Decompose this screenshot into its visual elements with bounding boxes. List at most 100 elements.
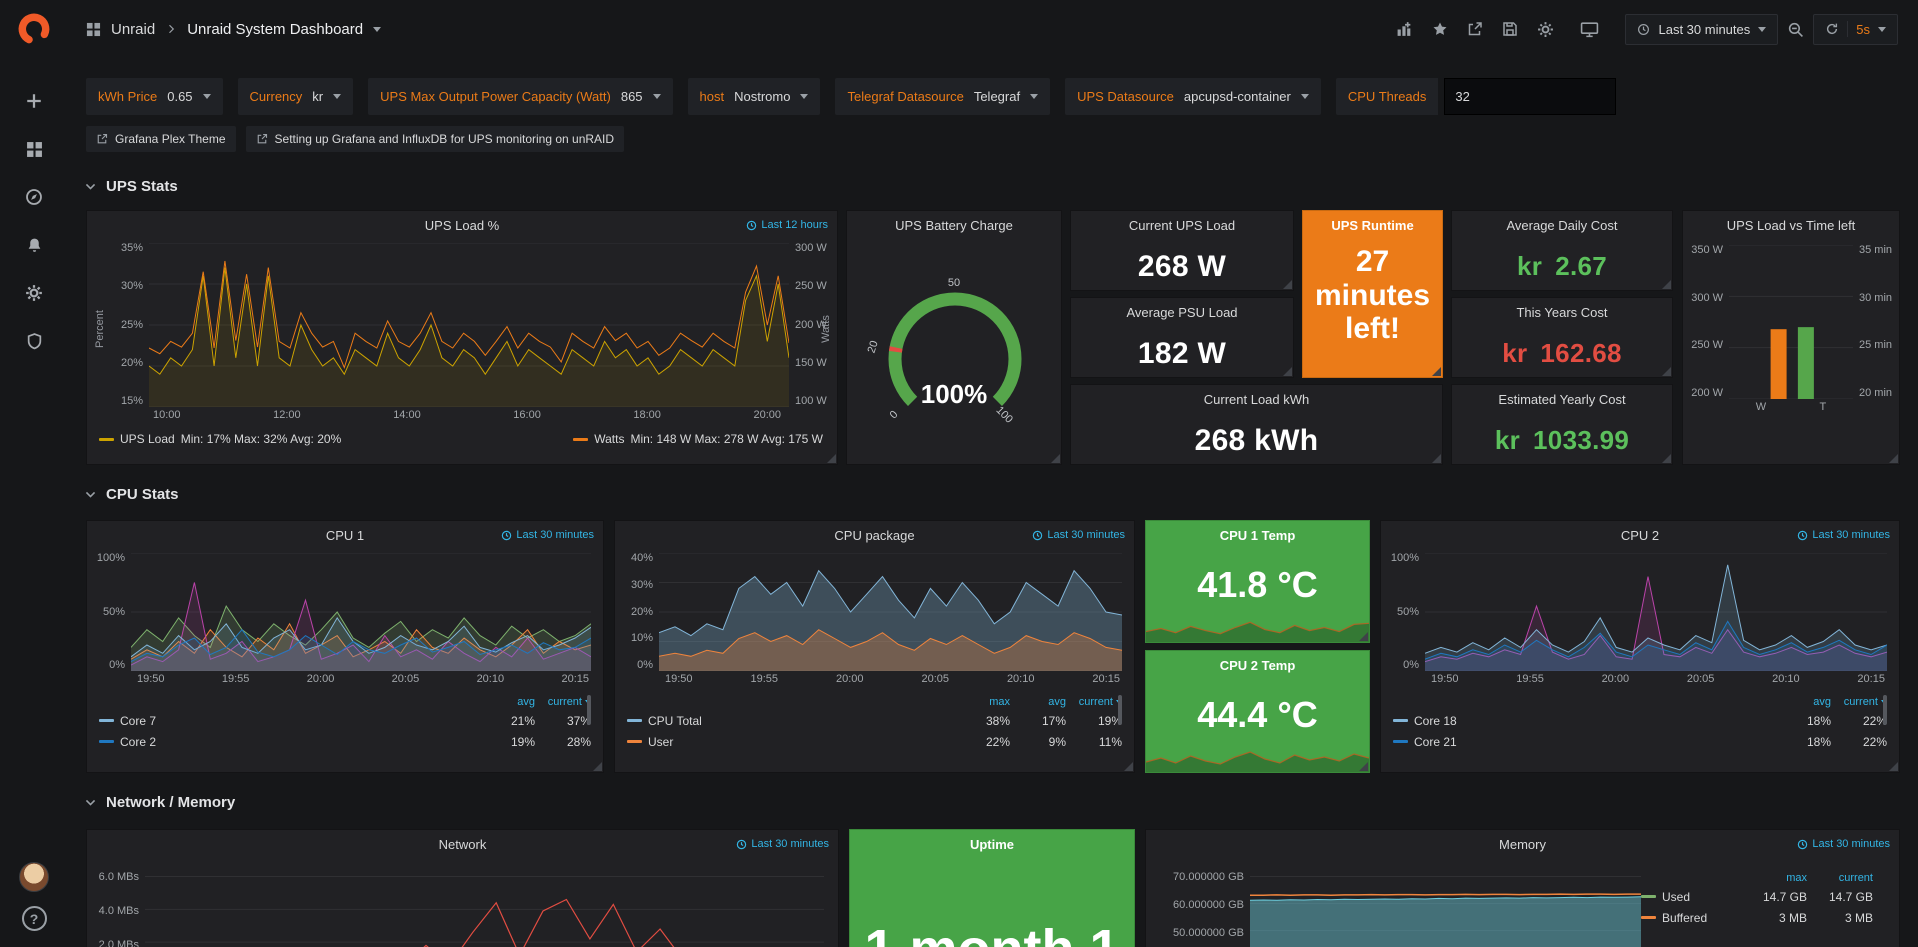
legend-col-max[interactable]: max	[954, 696, 1010, 708]
panel-title[interactable]: Estimated Yearly Cost	[1452, 385, 1672, 415]
legend-col-max[interactable]: max	[1741, 872, 1807, 884]
legend-col-avg[interactable]: avg	[479, 696, 535, 708]
zoom-out-button[interactable]	[1787, 21, 1804, 38]
panel-title[interactable]: CPU 2 Temp	[1146, 651, 1369, 681]
panel-resize-handle[interactable]	[1283, 280, 1292, 289]
legend-row[interactable]: Core 18 18% 22%	[1381, 710, 1887, 731]
sidebar-item-server-admin[interactable]	[12, 317, 56, 365]
panel-resize-handle[interactable]	[1889, 454, 1898, 463]
variable-ups-max-power[interactable]: UPS Max Output Power Capacity (Watt)865	[368, 78, 672, 115]
load-vs-time-chart[interactable]	[1729, 245, 1853, 399]
help-icon[interactable]	[22, 906, 47, 931]
cpu1-chart[interactable]	[131, 553, 591, 671]
panel-resize-handle[interactable]	[1283, 367, 1292, 376]
panel-resize-handle[interactable]	[593, 762, 602, 771]
time-range-picker[interactable]: Last 30 minutes	[1625, 14, 1778, 45]
series-name[interactable]: User	[648, 735, 673, 749]
series-name[interactable]: Buffered	[1662, 911, 1707, 925]
panel-resize-handle[interactable]	[1359, 632, 1368, 641]
variable-value[interactable]: apcupsd-container	[1184, 89, 1291, 104]
row-header-network-memory[interactable]: Network / Memory	[84, 790, 235, 814]
cpu-package-chart[interactable]	[659, 553, 1122, 671]
panel-resize-handle[interactable]	[1051, 454, 1060, 463]
row-header-cpu-stats[interactable]: CPU Stats	[84, 482, 179, 506]
ups-load-chart[interactable]	[149, 243, 789, 407]
row-title[interactable]: Network / Memory	[106, 794, 235, 811]
refresh-picker[interactable]: 5s	[1813, 14, 1898, 45]
create-button[interactable]	[12, 77, 56, 125]
legend-row[interactable]: User 22% 9% 11%	[615, 731, 1122, 752]
panel-title[interactable]: UPS Load vs Time left	[1683, 211, 1899, 241]
link-label[interactable]: Setting up Grafana and InfluxDB for UPS …	[275, 132, 615, 146]
panel-title[interactable]: Average PSU Load	[1071, 298, 1293, 328]
panel-title[interactable]: Current UPS Load	[1071, 211, 1293, 241]
variable-ups-datasource[interactable]: UPS Datasourceapcupsd-container	[1065, 78, 1321, 115]
series-name[interactable]: CPU Total	[648, 714, 702, 728]
series-name[interactable]: UPS Load	[120, 432, 175, 446]
panel-resize-handle[interactable]	[1124, 762, 1133, 771]
panel-resize-handle[interactable]	[1889, 762, 1898, 771]
row-title[interactable]: CPU Stats	[106, 486, 179, 503]
legend-scrollbar[interactable]	[587, 695, 591, 725]
save-button[interactable]	[1502, 21, 1518, 37]
series-name[interactable]: Core 2	[120, 735, 156, 749]
variable-kwh-price[interactable]: kWh Price0.65	[86, 78, 223, 115]
legend-row[interactable]: Buffered 3 MB 3 MB	[1641, 907, 1873, 928]
sidebar-item-dashboards[interactable]	[12, 125, 56, 173]
legend-col-avg[interactable]: avg	[1010, 696, 1066, 708]
cpu2-chart[interactable]	[1425, 553, 1887, 671]
legend-col-current[interactable]: current	[1831, 696, 1887, 708]
legend-col-current[interactable]: current	[1066, 696, 1122, 708]
grafana-logo[interactable]	[17, 12, 51, 51]
panel-title[interactable]: Current Load kWh	[1071, 385, 1442, 415]
breadcrumb-app[interactable]: Unraid	[111, 21, 155, 38]
legend-item-watts[interactable]: WattsMin: 148 W Max: 278 W Avg: 175 W	[573, 432, 823, 446]
legend-row[interactable]: CPU Total 38% 17% 19%	[615, 710, 1122, 731]
panel-title[interactable]: CPU 1 Temp	[1146, 521, 1369, 551]
sidebar-item-alerting[interactable]	[12, 221, 56, 269]
series-name[interactable]: Watts	[594, 432, 624, 446]
panel-title[interactable]: This Years Cost	[1452, 298, 1672, 328]
variable-value[interactable]: Telegraf	[974, 89, 1020, 104]
panel-resize-handle[interactable]	[1662, 367, 1671, 376]
panel-resize-handle[interactable]	[1662, 454, 1671, 463]
panel-resize-handle[interactable]	[827, 454, 836, 463]
legend-row[interactable]: Core 21 18% 22%	[1381, 731, 1887, 752]
variable-currency[interactable]: Currencykr	[238, 78, 354, 115]
variable-host[interactable]: hostNostromo	[688, 78, 821, 115]
panel-title[interactable]: UPS Battery Charge	[847, 211, 1061, 241]
variable-value[interactable]: 0.65	[167, 89, 192, 104]
panel-resize-handle[interactable]	[1662, 280, 1671, 289]
title-caret-icon[interactable]	[373, 27, 381, 32]
legend-row[interactable]: Core 2 19% 28%	[87, 731, 591, 752]
series-name[interactable]: Core 21	[1414, 735, 1457, 749]
sidebar-item-explore[interactable]	[12, 173, 56, 221]
legend-row[interactable]: Core 7 21% 37%	[87, 710, 591, 731]
legend-scrollbar[interactable]	[1883, 695, 1887, 725]
legend-scrollbar[interactable]	[1118, 695, 1122, 725]
dashboard-settings-button[interactable]	[1537, 21, 1554, 38]
user-avatar[interactable]	[19, 862, 49, 892]
link-ups-monitoring-guide[interactable]: Setting up Grafana and InfluxDB for UPS …	[246, 126, 625, 152]
variable-value[interactable]: kr	[312, 89, 323, 104]
variable-telegraf-datasource[interactable]: Telegraf DatasourceTelegraf	[835, 78, 1050, 115]
chevron-down-icon[interactable]	[1878, 27, 1886, 32]
refresh-interval-label[interactable]: 5s	[1856, 22, 1870, 37]
panel-title[interactable]: UPS Load %	[87, 211, 837, 241]
legend-row[interactable]: Used 14.7 GB 14.7 GB	[1641, 886, 1873, 907]
cycle-view-monitor-icon[interactable]	[1580, 21, 1599, 38]
panel-title[interactable]: Network	[87, 830, 838, 860]
series-name[interactable]: Core 7	[120, 714, 156, 728]
link-grafana-plex-theme[interactable]: Grafana Plex Theme	[86, 126, 236, 152]
series-name[interactable]: Core 18	[1414, 714, 1457, 728]
legend-col-current[interactable]: current	[535, 696, 591, 708]
row-header-ups-stats[interactable]: UPS Stats	[84, 174, 178, 198]
legend-col-current[interactable]: current	[1807, 872, 1873, 884]
legend-col-avg[interactable]: avg	[1775, 696, 1831, 708]
series-name[interactable]: Used	[1662, 890, 1690, 904]
panel-title[interactable]: Memory	[1146, 830, 1899, 860]
panel-title[interactable]: Average Daily Cost	[1452, 211, 1672, 241]
memory-chart[interactable]	[1250, 864, 1641, 947]
row-title[interactable]: UPS Stats	[106, 178, 178, 195]
panel-title[interactable]: UPS Runtime	[1303, 211, 1442, 241]
